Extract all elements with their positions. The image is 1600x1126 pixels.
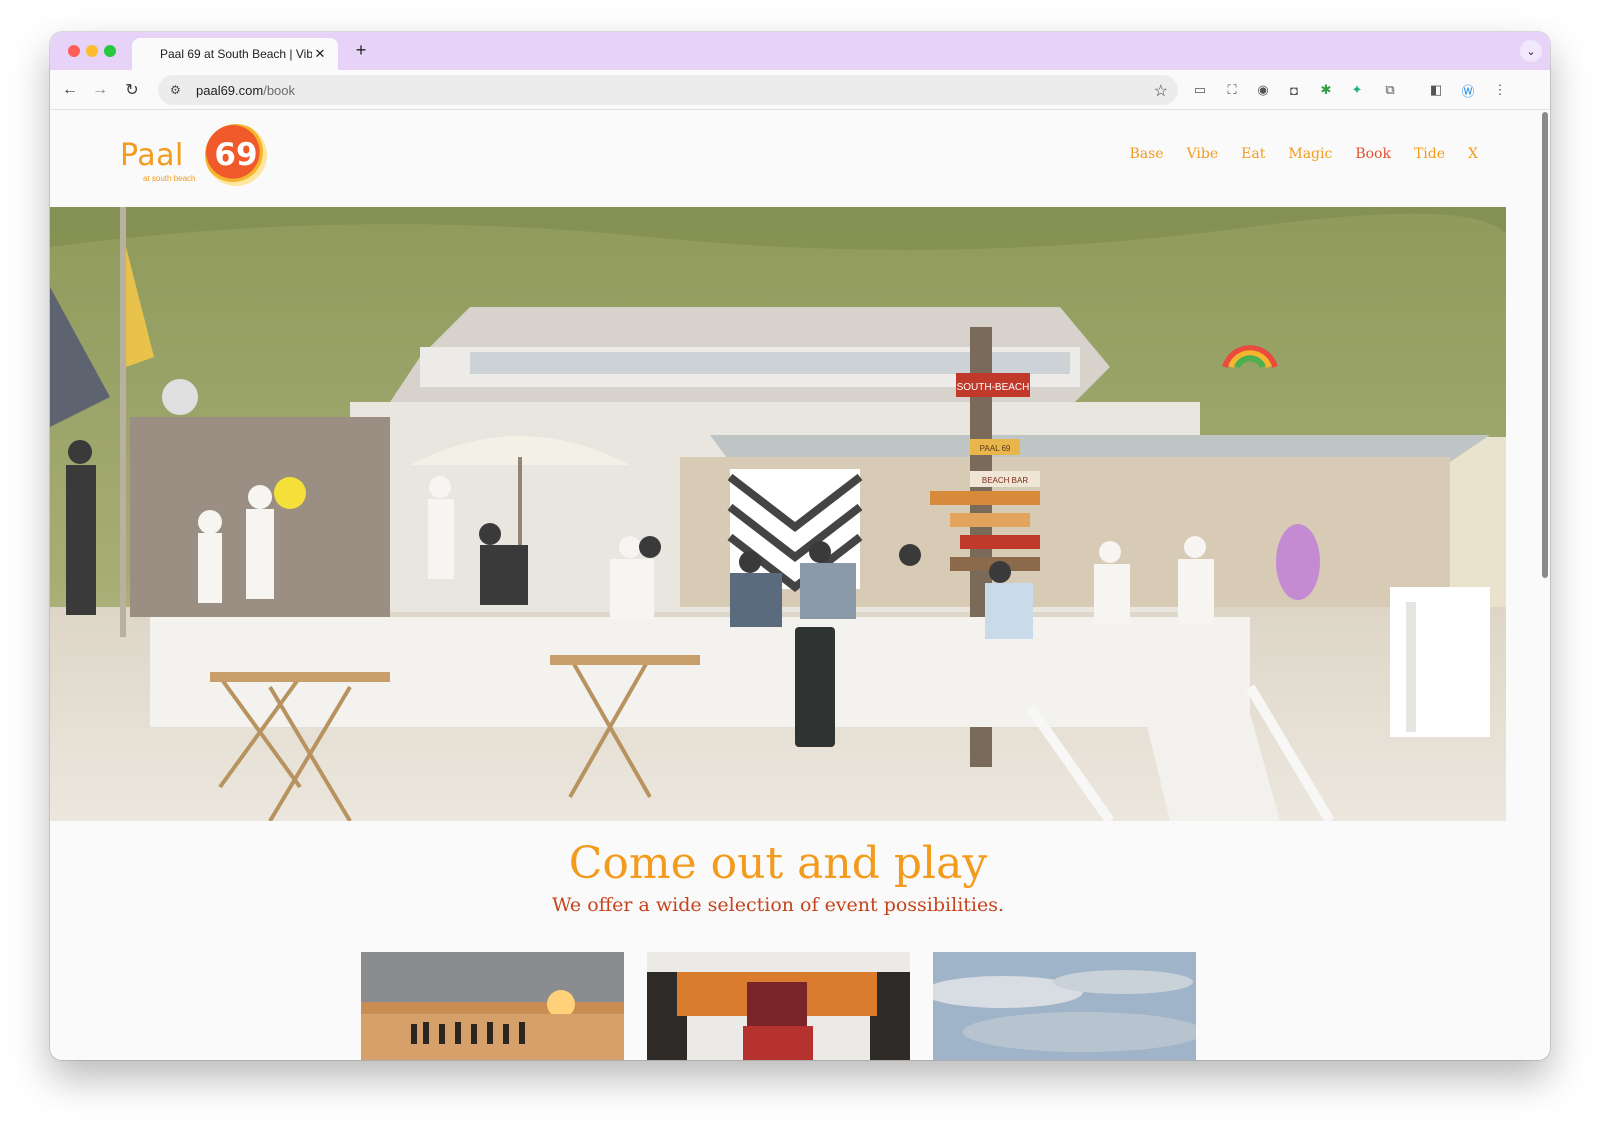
address-bar[interactable]: ⚙ paal69.com/book ☆ bbox=[158, 75, 1178, 105]
extension-bug-icon[interactable]: ✱ bbox=[1316, 80, 1336, 100]
page-subheadline: We offer a wide selection of event possi… bbox=[551, 894, 1005, 916]
url-path: /book bbox=[263, 82, 296, 98]
logo-wordmark: Paal bbox=[120, 138, 184, 173]
sky-photo bbox=[933, 952, 1196, 1060]
close-window-button[interactable] bbox=[68, 45, 80, 57]
camera-icon[interactable]: ◘ bbox=[1284, 80, 1304, 100]
logo-subtitle: at south beach bbox=[143, 174, 196, 183]
screenshot-frame-icon[interactable]: ⛶ bbox=[1222, 80, 1242, 100]
event-card-sunset[interactable] bbox=[361, 952, 624, 1060]
extension-circle-icon[interactable]: ◉ bbox=[1253, 80, 1273, 100]
browser-window: Paal 69 at South Beach | Vibe ✕ + ⌄ ← → … bbox=[50, 32, 1550, 1060]
sign-south-beach: SOUTH-BEACH bbox=[957, 382, 1030, 393]
sign-paal-69: PAAL 69 bbox=[980, 444, 1011, 453]
event-card-music[interactable] bbox=[647, 952, 910, 1060]
logo-sun-badge: 69 bbox=[205, 124, 267, 186]
forward-icon[interactable]: → bbox=[88, 78, 112, 102]
event-card-sky[interactable] bbox=[933, 952, 1196, 1060]
extension-pin-icon[interactable]: ✦ bbox=[1347, 80, 1367, 100]
hero-image: SOUTH-BEACH PAAL 69 BEACH BAR bbox=[50, 207, 1506, 821]
site-info-icon[interactable]: ⚙ bbox=[170, 83, 190, 97]
page-headline: Come out and play bbox=[568, 838, 988, 889]
tab-active[interactable]: Paal 69 at South Beach | Vibe ✕ bbox=[132, 38, 338, 70]
browser-menu-icon[interactable]: ⋮ bbox=[1490, 80, 1510, 100]
url-host: paal69.com bbox=[196, 82, 264, 98]
music-photo bbox=[647, 952, 910, 1060]
bookmark-star-icon[interactable]: ☆ bbox=[1154, 81, 1168, 101]
nav-x[interactable]: X bbox=[1468, 146, 1478, 162]
browser-toolbar: ← → ↻ ⚙ paal69.com/book ☆ ▭ ⛶ ◉ ◘ ✱ ✦ ⧉ … bbox=[50, 70, 1550, 110]
web-page: Paal 69 at south beach Base Vibe Eat Mag… bbox=[50, 110, 1550, 1060]
back-icon[interactable]: ← bbox=[58, 78, 82, 102]
site-logo[interactable]: Paal 69 at south beach bbox=[120, 124, 270, 192]
nav-book[interactable]: Book bbox=[1355, 146, 1391, 162]
hero-beach-scene: SOUTH-BEACH PAAL 69 BEACH BAR bbox=[50, 207, 1506, 821]
tab-close-icon[interactable]: ✕ bbox=[312, 46, 328, 62]
reload-icon[interactable]: ↻ bbox=[120, 78, 144, 102]
extensions-puzzle-icon[interactable]: ⧉ bbox=[1380, 80, 1400, 100]
nav-base[interactable]: Base bbox=[1129, 146, 1163, 162]
minimize-window-button[interactable] bbox=[86, 45, 98, 57]
main-nav: Base Vibe Eat Magic Book Tide X bbox=[1106, 146, 1478, 162]
nav-eat[interactable]: Eat bbox=[1241, 146, 1265, 162]
logo-number: 69 bbox=[214, 137, 258, 173]
nav-magic[interactable]: Magic bbox=[1288, 146, 1332, 162]
sign-beach-bar: BEACH BAR bbox=[982, 476, 1028, 485]
page-scrollbar[interactable] bbox=[1542, 112, 1548, 578]
new-tab-button[interactable]: + bbox=[350, 40, 372, 61]
nav-tide[interactable]: Tide bbox=[1414, 146, 1445, 162]
tab-strip: Paal 69 at South Beach | Vibe ✕ + ⌄ bbox=[50, 32, 1550, 70]
tab-title: Paal 69 at South Beach | Vibe bbox=[160, 47, 312, 61]
extension-reader-icon[interactable]: ▭ bbox=[1190, 80, 1210, 100]
maximize-window-button[interactable] bbox=[104, 45, 116, 57]
nav-vibe[interactable]: Vibe bbox=[1187, 146, 1219, 162]
side-panel-icon[interactable]: ◧ bbox=[1426, 80, 1446, 100]
sunset-photo bbox=[361, 952, 624, 1060]
tab-search-icon[interactable]: ⌄ bbox=[1520, 40, 1542, 62]
profile-icon[interactable]: Ⓦ bbox=[1458, 80, 1478, 100]
